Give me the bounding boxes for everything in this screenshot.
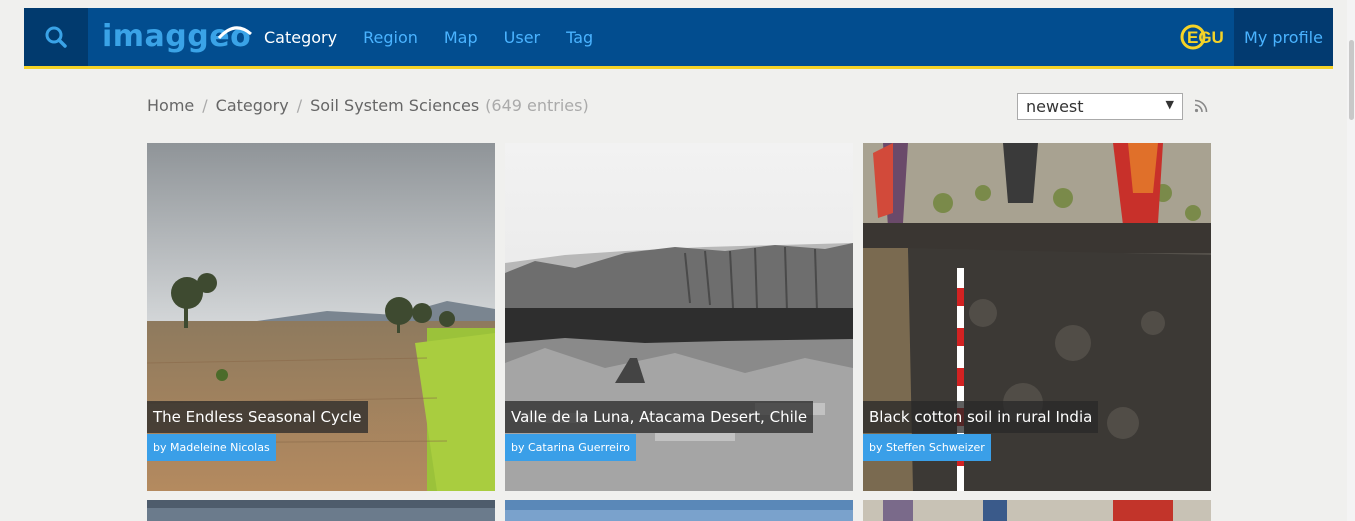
egu-logo[interactable]: EGU — [1180, 20, 1234, 54]
my-profile-link[interactable]: My profile — [1234, 8, 1333, 66]
nav-map[interactable]: Map — [444, 28, 478, 47]
chevron-down-icon: ▼ — [1165, 98, 1174, 111]
photo-thumbnail — [505, 500, 853, 521]
photo-card-4[interactable] — [147, 500, 495, 521]
logo-swoosh — [218, 26, 253, 40]
egu-text: EGU — [1187, 28, 1224, 47]
sort-selected-value: newest — [1026, 97, 1084, 116]
photo-thumbnail — [147, 500, 495, 521]
card-title[interactable]: Valle de la Luna, Atacama Desert, Chile — [505, 401, 814, 433]
card-author[interactable]: by Steffen Schweizer — [863, 434, 991, 461]
search-icon — [45, 26, 67, 48]
scrollbar-thumb[interactable] — [1349, 40, 1354, 120]
photo-card-6[interactable] — [863, 500, 1211, 521]
card-title[interactable]: The Endless Seasonal Cycle — [147, 401, 368, 433]
breadcrumb: Home / Category / Soil System Sciences (649 e… — [147, 96, 589, 115]
nav-tag[interactable]: Tag — [566, 28, 593, 47]
breadcrumb-home[interactable]: Home — [147, 96, 194, 115]
sort-select[interactable]: newest ▼ — [1017, 93, 1183, 120]
card-author[interactable]: by Catarina Guerreiro — [505, 434, 636, 461]
card-title[interactable]: Black cotton soil in rural India — [863, 401, 1099, 433]
nav-user[interactable]: User — [504, 28, 540, 47]
breadcrumb-category[interactable]: Category — [216, 96, 289, 115]
nav-category[interactable]: Category — [264, 28, 337, 47]
photo-card-1[interactable]: The Endless Seasonal Cycle by Madeleine … — [147, 143, 495, 491]
nav-region[interactable]: Region — [363, 28, 418, 47]
rss-icon[interactable] — [1194, 98, 1208, 117]
photo-card-5[interactable] — [505, 500, 853, 521]
photo-card-2[interactable]: Valle de la Luna, Atacama Desert, Chile … — [505, 143, 853, 491]
top-navigation-bar: imaggeo Category Region Map User Tag EGU… — [24, 8, 1333, 69]
breadcrumb-current: Soil System Sciences — [310, 96, 480, 115]
card-author[interactable]: by Madeleine Nicolas — [147, 434, 276, 461]
site-logo[interactable]: imaggeo — [102, 16, 253, 56]
main-nav: Category Region Map User Tag — [264, 8, 619, 66]
search-button[interactable] — [24, 8, 88, 66]
entry-count: (649 entries) — [485, 96, 589, 115]
photo-card-3[interactable]: Black cotton soil in rural India by Stef… — [863, 143, 1211, 491]
photo-thumbnail — [863, 500, 1211, 521]
